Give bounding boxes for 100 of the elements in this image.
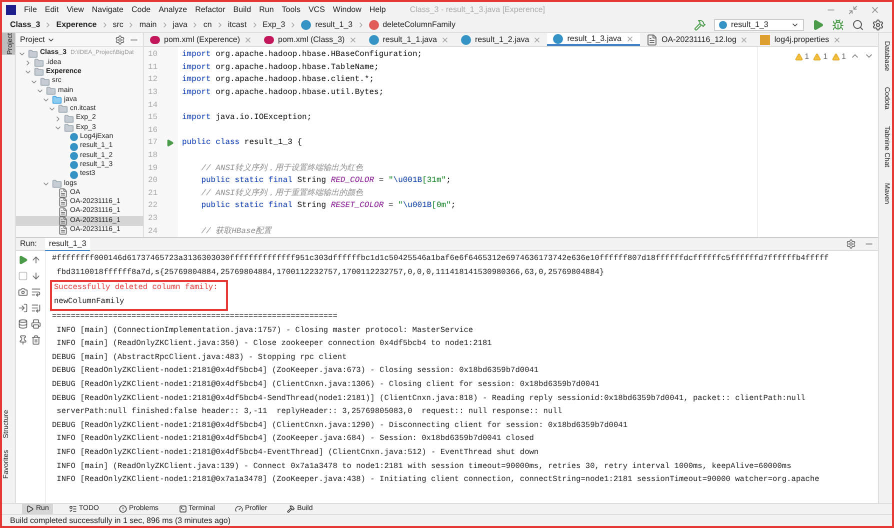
maven-icon	[150, 36, 160, 44]
breadcrumb-item[interactable]: deleteColumnFamily	[382, 18, 456, 30]
breadcrumb-item[interactable]: cn	[203, 18, 212, 30]
editor-tab[interactable]: log4j.properties	[754, 33, 848, 46]
warning-icon	[794, 53, 803, 61]
folder-icon	[52, 178, 62, 189]
breadcrumb-item[interactable]: itcast	[228, 18, 247, 30]
folder-icon	[28, 48, 38, 59]
menu-item[interactable]: Edit	[44, 4, 59, 16]
menu-item[interactable]: Navigate	[92, 4, 124, 16]
warning-icon	[832, 53, 840, 61]
editor-tab[interactable]: result_1_3.java	[547, 33, 640, 46]
file-icon	[58, 225, 68, 236]
run-config-dropdown[interactable]: result_1_3	[714, 18, 804, 30]
close-icon[interactable]	[244, 36, 252, 44]
line-number: 20	[148, 175, 158, 188]
editor-tab[interactable]: pom.xml (Class_3)	[258, 33, 363, 46]
line-number: 10	[148, 49, 158, 62]
folder-icon	[40, 76, 50, 87]
breadcrumb-item[interactable]: java	[172, 18, 188, 30]
line-number: 14	[148, 100, 158, 112]
close-icon[interactable]	[348, 36, 357, 44]
folder-icon	[34, 58, 44, 68]
code-line: import org.apache.hadoop.hbase.TableName;	[182, 62, 379, 74]
settings-icon[interactable]	[846, 239, 856, 249]
console-session-tab[interactable]: result_1_3	[44, 238, 90, 250]
close-icon[interactable]	[626, 34, 634, 42]
method-icon	[368, 20, 379, 30]
build-icon[interactable]	[694, 18, 706, 30]
line-number: 23	[148, 213, 158, 226]
folder-icon	[46, 86, 56, 96]
breadcrumb-item[interactable]: Class_3	[10, 18, 40, 30]
menu-item[interactable]: Build	[233, 4, 252, 16]
folder-icon	[64, 123, 74, 134]
menu-item[interactable]: Run	[259, 4, 274, 16]
window-title: Class_3 - result_1_3.java [Experence]	[410, 4, 546, 16]
arrow-down-icon[interactable]	[30, 271, 40, 281]
file-icon	[646, 34, 658, 46]
menu-item[interactable]: Window	[332, 4, 362, 16]
properties-icon	[760, 34, 770, 44]
code-line: import org.apache.hadoop.hbase.client.*;	[182, 74, 374, 86]
menu-item[interactable]: Tools	[282, 4, 300, 16]
pin-icon[interactable]	[18, 335, 28, 345]
breadcrumb-item[interactable]: result_1_3	[315, 18, 353, 30]
editor-tab[interactable]: pom.xml (Experence)	[144, 33, 258, 46]
settings-icon[interactable]	[115, 34, 125, 44]
menu-item[interactable]: View	[66, 4, 84, 16]
editor-tab[interactable]: result_1_2.java	[454, 33, 548, 46]
warning-count-text: 1	[823, 51, 828, 63]
settings-icon[interactable]	[872, 18, 884, 30]
arrow-up-icon[interactable]	[30, 255, 40, 265]
line-number: 17	[148, 137, 158, 150]
code-line: public class result_1_3 {	[182, 137, 302, 150]
line-number: 18	[148, 150, 158, 162]
menu-item[interactable]: Analyze	[158, 4, 188, 16]
run-gutter-icon[interactable]	[166, 139, 174, 148]
close-icon[interactable]	[833, 36, 842, 44]
breadcrumb-item[interactable]: src	[112, 18, 124, 30]
breadcrumb-item[interactable]: Exp_3	[262, 18, 286, 30]
wrap-icon[interactable]	[30, 287, 40, 297]
maven-icon	[264, 36, 274, 44]
menu-item[interactable]: VCS	[308, 4, 325, 16]
code-line: import java.io.IOException;	[182, 112, 312, 124]
file-icon	[58, 188, 68, 198]
folder-icon	[58, 104, 68, 114]
login-icon[interactable]	[18, 303, 28, 313]
line-number: 11	[148, 62, 158, 74]
menu-item[interactable]: File	[24, 4, 37, 16]
close-icon[interactable]	[740, 36, 748, 44]
status-text: Build completed successfully in 1 sec, 896 ms (3 minutes ago)	[10, 514, 231, 526]
camera-icon[interactable]	[18, 287, 28, 297]
print-icon[interactable]	[30, 319, 40, 329]
line-number: 22	[148, 200, 158, 212]
menu-item[interactable]: Code	[131, 4, 151, 16]
restore-icon[interactable]	[848, 4, 858, 14]
menu-item[interactable]: Help	[369, 4, 386, 16]
file-icon	[58, 206, 68, 217]
editor-tab[interactable]: result_1_1.java	[362, 33, 455, 46]
breadcrumb-item[interactable]: Experence	[56, 18, 97, 30]
rerun-icon[interactable]	[18, 255, 28, 265]
line-number: 21	[148, 188, 158, 200]
file-icon	[58, 197, 68, 208]
line-number: 19	[148, 162, 158, 175]
database-icon[interactable]	[18, 319, 28, 329]
chevron-right-icon	[24, 58, 32, 67]
menu-item[interactable]: Refactor	[195, 4, 226, 16]
trash-icon[interactable]	[30, 335, 40, 345]
file-icon	[58, 216, 68, 226]
search-icon[interactable]	[852, 18, 864, 30]
close-icon[interactable]	[440, 36, 449, 44]
class-icon	[301, 20, 312, 30]
scroll-end-icon[interactable]	[30, 303, 40, 313]
debug-icon[interactable]	[832, 18, 844, 30]
close-icon[interactable]	[533, 36, 542, 44]
run-icon[interactable]	[812, 18, 824, 30]
close-icon[interactable]	[870, 4, 880, 14]
code-line: import org.apache.hadoop.hbase.util.Bytes;	[182, 87, 384, 100]
project-view-dropdown[interactable]: Project	[20, 34, 55, 46]
editor-tab[interactable]: OA-20231116_12.log	[640, 33, 754, 46]
breadcrumb-item[interactable]: main	[139, 18, 157, 30]
